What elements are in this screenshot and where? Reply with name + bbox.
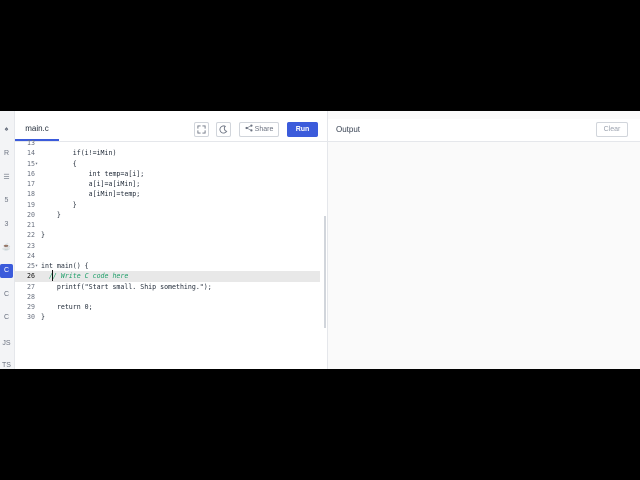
css-icon[interactable]: 3 xyxy=(0,218,13,232)
line-number: 20 xyxy=(27,210,35,219)
code-line: 13 xyxy=(15,138,323,148)
language-sidebar: ♠ R ☰ 5 3 ☕ K C C C C JS TS xyxy=(0,111,15,369)
editor-scrollbar[interactable] xyxy=(324,216,326,328)
line-number: 16 xyxy=(27,169,35,178)
code-line: 30} xyxy=(15,312,323,322)
code-line: 21 xyxy=(15,220,323,230)
line-number: 30 xyxy=(27,313,35,322)
python-icon[interactable]: ♠ xyxy=(0,123,13,137)
code-line: 14 if(i!=iMin) xyxy=(15,148,323,158)
line-number: 14 xyxy=(27,149,35,158)
csharp-icon[interactable]: C xyxy=(0,311,13,325)
share-button[interactable]: Share xyxy=(239,122,279,137)
clear-button[interactable]: Clear xyxy=(596,122,628,137)
line-number: 21 xyxy=(27,221,35,229)
line-number: 28 xyxy=(27,292,35,301)
code-line: 29 return 0; xyxy=(15,302,323,312)
line-text: int temp=a[i]; xyxy=(41,169,145,178)
c-language-icon[interactable]: C xyxy=(0,264,13,278)
line-text: } xyxy=(41,200,77,209)
moon-icon xyxy=(219,125,228,134)
code-line: 16 int temp=a[i]; xyxy=(15,169,323,179)
java-icon[interactable]: ☕ xyxy=(0,241,13,255)
run-button[interactable]: Run xyxy=(287,122,318,137)
line-number: 22 xyxy=(27,231,35,240)
code-line: 22} xyxy=(15,230,323,240)
line-number: 26 xyxy=(27,272,35,281)
line-text: return 0; xyxy=(41,303,93,311)
line-number: 13 xyxy=(27,139,35,147)
line-number: 17 xyxy=(27,180,35,188)
code-line: 20 } xyxy=(15,210,323,220)
html-icon[interactable]: 5 xyxy=(0,194,13,208)
line-text: a[iMin]=temp; xyxy=(41,190,141,199)
editor-pane: main.c Share Run 13 14 if(i!=iMin) 15 ▾ {… xyxy=(15,111,327,369)
line-number: 27 xyxy=(27,282,35,291)
share-icon xyxy=(245,124,253,132)
output-header: Output Clear xyxy=(328,119,640,142)
ts-icon[interactable]: TS xyxy=(0,359,13,369)
js-icon[interactable]: JS xyxy=(0,337,13,351)
fold-icon[interactable]: ▾ xyxy=(35,261,38,271)
share-label: Share xyxy=(254,126,274,133)
line-number: 15 xyxy=(27,159,35,168)
line-text: } xyxy=(41,231,45,240)
r-icon[interactable]: R xyxy=(0,147,13,161)
line-text: } xyxy=(41,313,45,322)
line-text: { xyxy=(41,159,77,168)
code-line: 19 } xyxy=(15,200,323,210)
theme-toggle-button[interactable] xyxy=(216,122,231,137)
code-line: 24 xyxy=(15,251,323,261)
line-text: printf("Start small. Ship something."); xyxy=(41,282,212,291)
line-text: // Write C code here xyxy=(41,272,129,281)
cpp-icon[interactable]: C xyxy=(0,288,13,302)
line-number: 25 xyxy=(27,262,35,270)
expand-icon xyxy=(197,125,206,134)
compiler-app: ♠ R ☰ 5 3 ☕ K C C C C JS TS main.c Share… xyxy=(0,111,640,369)
output-title: Output xyxy=(336,125,361,134)
output-pane: Output Clear xyxy=(328,111,640,369)
code-line: 27 printf("Start small. Ship something."… xyxy=(15,282,323,292)
line-number: 23 xyxy=(27,241,35,250)
text-cursor xyxy=(52,270,53,282)
line-text: a[i]=a[iMin]; xyxy=(41,180,141,188)
code-line: 23 xyxy=(15,241,323,251)
line-text: } xyxy=(41,210,61,219)
fullscreen-icon[interactable] xyxy=(194,122,209,137)
code-line: 25 ▾ int main() { xyxy=(15,261,323,271)
line-number: 24 xyxy=(27,251,35,260)
line-text: int main() { xyxy=(41,262,89,270)
code-line: 15 ▾ { xyxy=(15,159,323,169)
code-line: 17 a[i]=a[iMin]; xyxy=(15,179,323,189)
line-text: if(i!=iMin) xyxy=(41,149,117,158)
line-number: 19 xyxy=(27,200,35,209)
code-editor[interactable]: 13 14 if(i!=iMin) 15 ▾ { 16 int temp=a[i]… xyxy=(15,138,323,323)
code-line-active: 26 // Write C code here xyxy=(15,270,320,282)
line-number: 18 xyxy=(27,190,35,199)
line-number: 29 xyxy=(27,303,35,311)
fold-icon[interactable]: ▾ xyxy=(35,159,38,169)
code-line: 28 xyxy=(15,292,323,302)
code-line: 18 a[iMin]=temp; xyxy=(15,189,323,199)
sql-icon[interactable]: ☰ xyxy=(0,171,13,185)
